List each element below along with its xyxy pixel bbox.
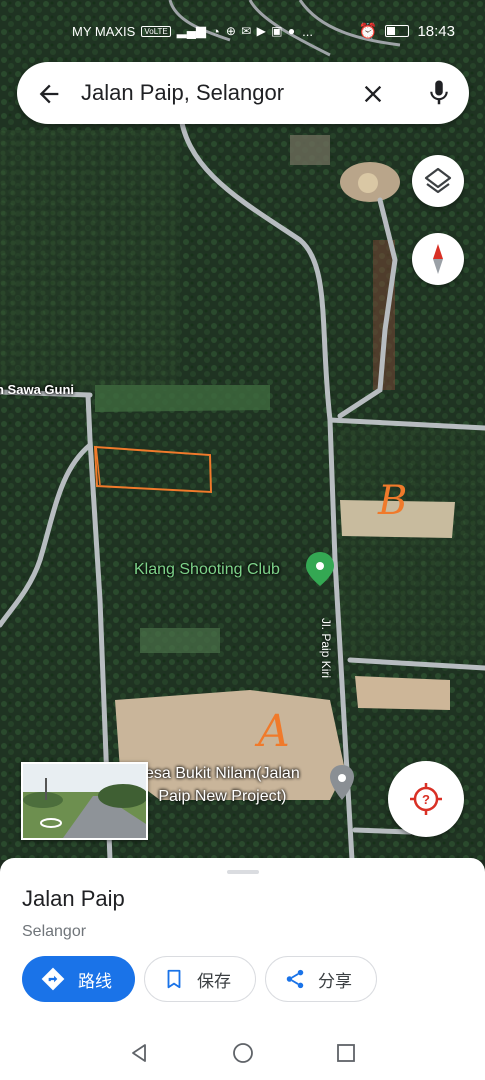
layers-icon: [424, 167, 452, 194]
place-label-line2: Paip New Project): [158, 788, 287, 805]
nav-recents-icon[interactable]: [336, 1043, 356, 1063]
compass-icon: [433, 244, 443, 274]
system-navigation-bar: [0, 1028, 485, 1080]
place-label-klang-shooting-club[interactable]: Klang Shooting Club: [134, 561, 280, 579]
signal-icon: ▂▄▆: [176, 23, 206, 38]
save-button[interactable]: 保存: [144, 956, 256, 1002]
location-unknown-icon: ?: [410, 783, 442, 815]
back-arrow-icon[interactable]: [35, 80, 63, 108]
save-label: 保存: [197, 971, 231, 991]
carrier-name: MY MAXIS: [72, 23, 136, 39]
road-label-jl-paip-kiri: Jl. Paip Kiri: [319, 618, 333, 679]
satellite-map[interactable]: B A n Sawa Guni Klang Shooting Club Jl. …: [0, 0, 485, 860]
more-notifications: ...: [302, 23, 313, 39]
share-icon: [286, 969, 304, 989]
layers-button[interactable]: [412, 155, 464, 207]
place-label-line1: esa Bukit Nilam(Jalan: [145, 765, 300, 782]
place-sheet[interactable]: Jalan Paip Selangor 路线 保存 分享: [0, 858, 485, 1080]
directions-label: 路线: [78, 971, 112, 991]
share-button[interactable]: 分享: [265, 956, 377, 1002]
annotation-a: A: [258, 706, 290, 757]
place-subtitle: Selangor: [22, 923, 87, 940]
notification-icons: ⊕ ✉ ▶ ▣ ●: [225, 24, 297, 38]
map-canvas[interactable]: [0, 0, 485, 860]
place-title: Jalan Paip: [22, 886, 125, 911]
nav-back-icon[interactable]: [129, 1043, 149, 1063]
street-view-thumbnail[interactable]: [21, 762, 148, 840]
battery-icon: [385, 25, 410, 37]
clear-icon[interactable]: [359, 80, 387, 108]
nav-home-icon[interactable]: [232, 1042, 254, 1064]
share-label: 分享: [318, 971, 352, 991]
mic-icon[interactable]: [424, 78, 454, 108]
directions-icon: [41, 967, 65, 991]
alarm-icon: ⏰: [358, 23, 378, 40]
volte-badge: VoLTE: [141, 25, 171, 37]
status-bar: MY MAXIS VoLTE ▂▄▆ ◔ ⊕ ✉ ▶ ▣ ● ... ⏰ 18:…: [0, 0, 485, 60]
directions-button[interactable]: 路线: [22, 956, 135, 1002]
place-label-desa-bukit-nilam[interactable]: esa Bukit Nilam(Jalan Paip New Project): [145, 762, 300, 808]
wifi-icon: ◔: [211, 23, 220, 39]
search-query[interactable]: Jalan Paip, Selangor: [81, 80, 284, 106]
compass-button[interactable]: [412, 233, 464, 285]
annotation-b: B: [378, 478, 408, 524]
svg-text:?: ?: [422, 792, 430, 807]
bookmark-icon: [167, 969, 181, 989]
search-bar[interactable]: Jalan Paip, Selangor: [17, 62, 469, 124]
street-view-360-icon: [40, 818, 62, 828]
my-location-button[interactable]: ?: [388, 761, 464, 837]
sheet-drag-handle[interactable]: [227, 870, 259, 874]
clock: 18:43: [417, 22, 455, 40]
road-label-sawa-guni: n Sawa Guni: [0, 382, 75, 397]
